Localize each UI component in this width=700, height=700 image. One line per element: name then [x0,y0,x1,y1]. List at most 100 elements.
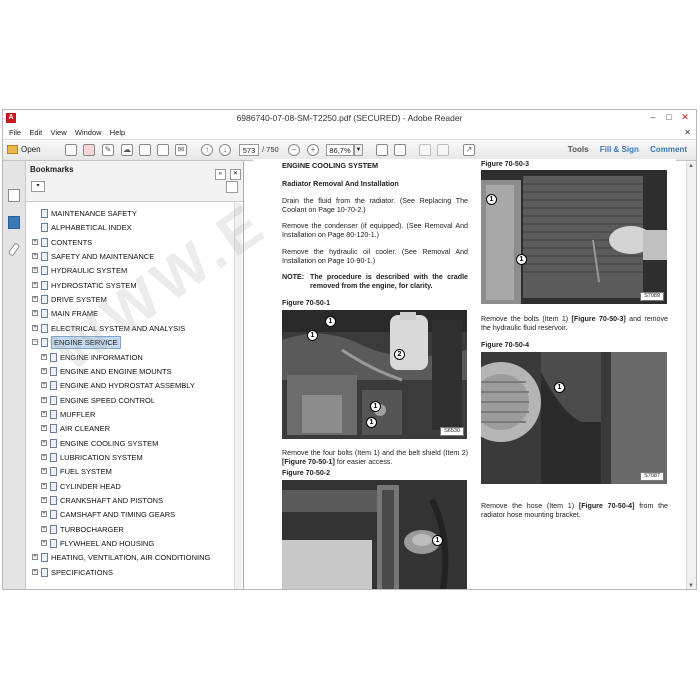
figure-1-caption-end: for easier access. [336,457,393,466]
figure-1-callout-1c: 1 [370,401,381,412]
maximize-icon[interactable]: □ [662,112,676,122]
expand-icon[interactable]: + [32,296,38,303]
bookmark-label: HYDROSTATIC SYSTEM [51,280,137,290]
zoom-out-icon[interactable]: – [288,144,300,156]
expand-icon[interactable]: + [32,267,38,274]
expand-icon[interactable]: + [41,453,47,460]
minimize-icon[interactable]: – [646,112,660,122]
options-menu-icon[interactable]: ▾ [31,181,45,192]
expand-icon[interactable]: + [32,310,38,317]
bookmarks-scrollbar[interactable] [234,203,242,589]
figure-1-callout-1a: 1 [325,316,336,327]
expand-icon[interactable]: + [32,238,38,245]
bookmark-page-icon [50,481,57,491]
zoom-in-icon[interactable]: + [307,144,319,156]
menu-file[interactable]: File [9,126,21,139]
zoom-dropdown-icon[interactable]: ▼ [354,144,363,156]
document-scrollbar[interactable]: ▲ ▼ [686,161,696,589]
figure-4-caption-text: Remove the hose (Item 1) [481,502,575,510]
fill-sign-link[interactable]: Fill & Sign [600,140,639,160]
export-pdf-icon[interactable] [83,144,95,156]
figure-70-50-2-photo: 1 [282,480,467,589]
expand-icon[interactable]: + [32,281,38,288]
bookmark-page-icon [41,209,48,218]
sign-icon[interactable] [437,144,449,156]
scroll-up-icon[interactable]: ▲ [688,163,694,169]
bookmark-label: MUFFLER [60,409,96,419]
figure-1-code: S6530 [440,427,464,436]
save-icon[interactable] [139,144,151,156]
open-button[interactable]: Open [7,143,41,157]
page-thumbnails-icon[interactable] [8,189,20,202]
menu-bar: File Edit View Window Help ✕ [3,126,696,140]
expand-icon[interactable]: + [41,382,47,389]
create-pdf-icon[interactable] [65,144,77,156]
read-mode-icon[interactable] [419,144,431,156]
expand-icon[interactable]: + [41,410,47,417]
expand-icon[interactable]: + [41,396,47,403]
expand-icon[interactable]: + [41,511,47,518]
bookmarks-icon[interactable] [8,216,20,229]
expand-icon[interactable]: ↗ [463,144,475,156]
fit-page-icon[interactable] [376,144,388,156]
expand-icon[interactable]: + [41,540,47,547]
bookmark-page-icon [41,266,48,276]
figure-3-code: S7089 [640,292,664,301]
bookmark-page-icon [41,295,48,305]
expand-icon[interactable]: + [41,525,47,532]
toolbar: Open ✎ ☁ ✉ ↑ ↓ 573 / 750 – + 86,7% ▼ ↗ T… [3,140,696,161]
expand-icon[interactable]: + [41,468,47,475]
bookmark-page-icon [50,496,57,505]
bookmark-label: LUBRICATION SYSTEM [60,452,143,462]
bookmark-page-icon [41,567,48,577]
expand-icon[interactable]: + [32,324,38,331]
page-number-input[interactable]: 573 [239,144,259,156]
expand-icon[interactable]: + [41,425,47,432]
expand-icon[interactable]: + [32,568,38,575]
bookmark-label: SPECIFICATIONS [51,567,113,577]
section-title: ENGINE COOLING SYSTEM [282,161,379,170]
previous-page-icon[interactable]: ↑ [201,144,213,156]
figure-4-caption: Remove the hose (Item 1) [Figure 70-50-4… [481,502,668,519]
menu-help[interactable]: Help [110,126,125,139]
attachments-icon[interactable] [7,242,21,257]
expand-icon[interactable]: + [32,554,38,561]
bookmark-page-icon [41,338,48,348]
email-icon[interactable]: ✉ [175,144,187,156]
bookmark-page-icon [41,280,48,290]
note-label: NOTE: [282,273,305,281]
bookmark-label: CONTENTS [51,237,93,247]
print-icon[interactable] [157,144,169,156]
step-remove-oil-cooler: Remove the hydraulic oil cooler. (See Re… [282,248,468,265]
comment-link[interactable]: Comment [650,140,687,160]
bookmark-page-icon [50,395,57,405]
next-page-icon[interactable]: ↓ [219,144,231,156]
collapse-icon[interactable]: − [32,339,38,346]
fit-width-icon[interactable] [394,144,406,156]
menu-view[interactable]: View [51,126,67,139]
bookmark-label: HEATING, VENTILATION, AIR CONDITIONING [51,553,211,563]
scroll-down-icon[interactable]: ▼ [688,583,694,589]
menu-window[interactable]: Window [75,126,102,139]
zoom-level-input[interactable]: 86,7% [326,144,354,156]
find-bookmark-icon[interactable] [226,181,238,193]
expand-icon[interactable]: + [32,253,38,260]
expand-icon[interactable]: + [41,367,47,374]
figure-1-callout-1d: 1 [366,417,377,428]
bookmark-label: HYDRAULIC SYSTEM [51,266,128,276]
close-icon[interactable]: ✕ [678,112,692,123]
expand-icon[interactable]: + [41,497,47,503]
expand-icon[interactable]: + [41,482,47,489]
folder-icon [7,145,18,154]
edit-icon[interactable]: ✎ [102,144,114,156]
bookmark-page-icon [41,309,48,319]
expand-icon[interactable]: + [41,353,47,360]
cloud-icon[interactable]: ☁ [121,144,133,156]
bookmarks-panel: Bookmarks « ✕ ▾ MAINTENANCE SAFETY ALPHAB… [26,161,244,589]
close-document-icon[interactable]: ✕ [684,126,691,139]
tools-link[interactable]: Tools [568,140,589,160]
menu-edit[interactable]: Edit [29,126,42,139]
expand-icon[interactable]: + [41,439,47,446]
figure-4-title: Figure 70-50-4 [481,341,530,349]
figure-3-callout-1b: 1 [516,254,527,265]
